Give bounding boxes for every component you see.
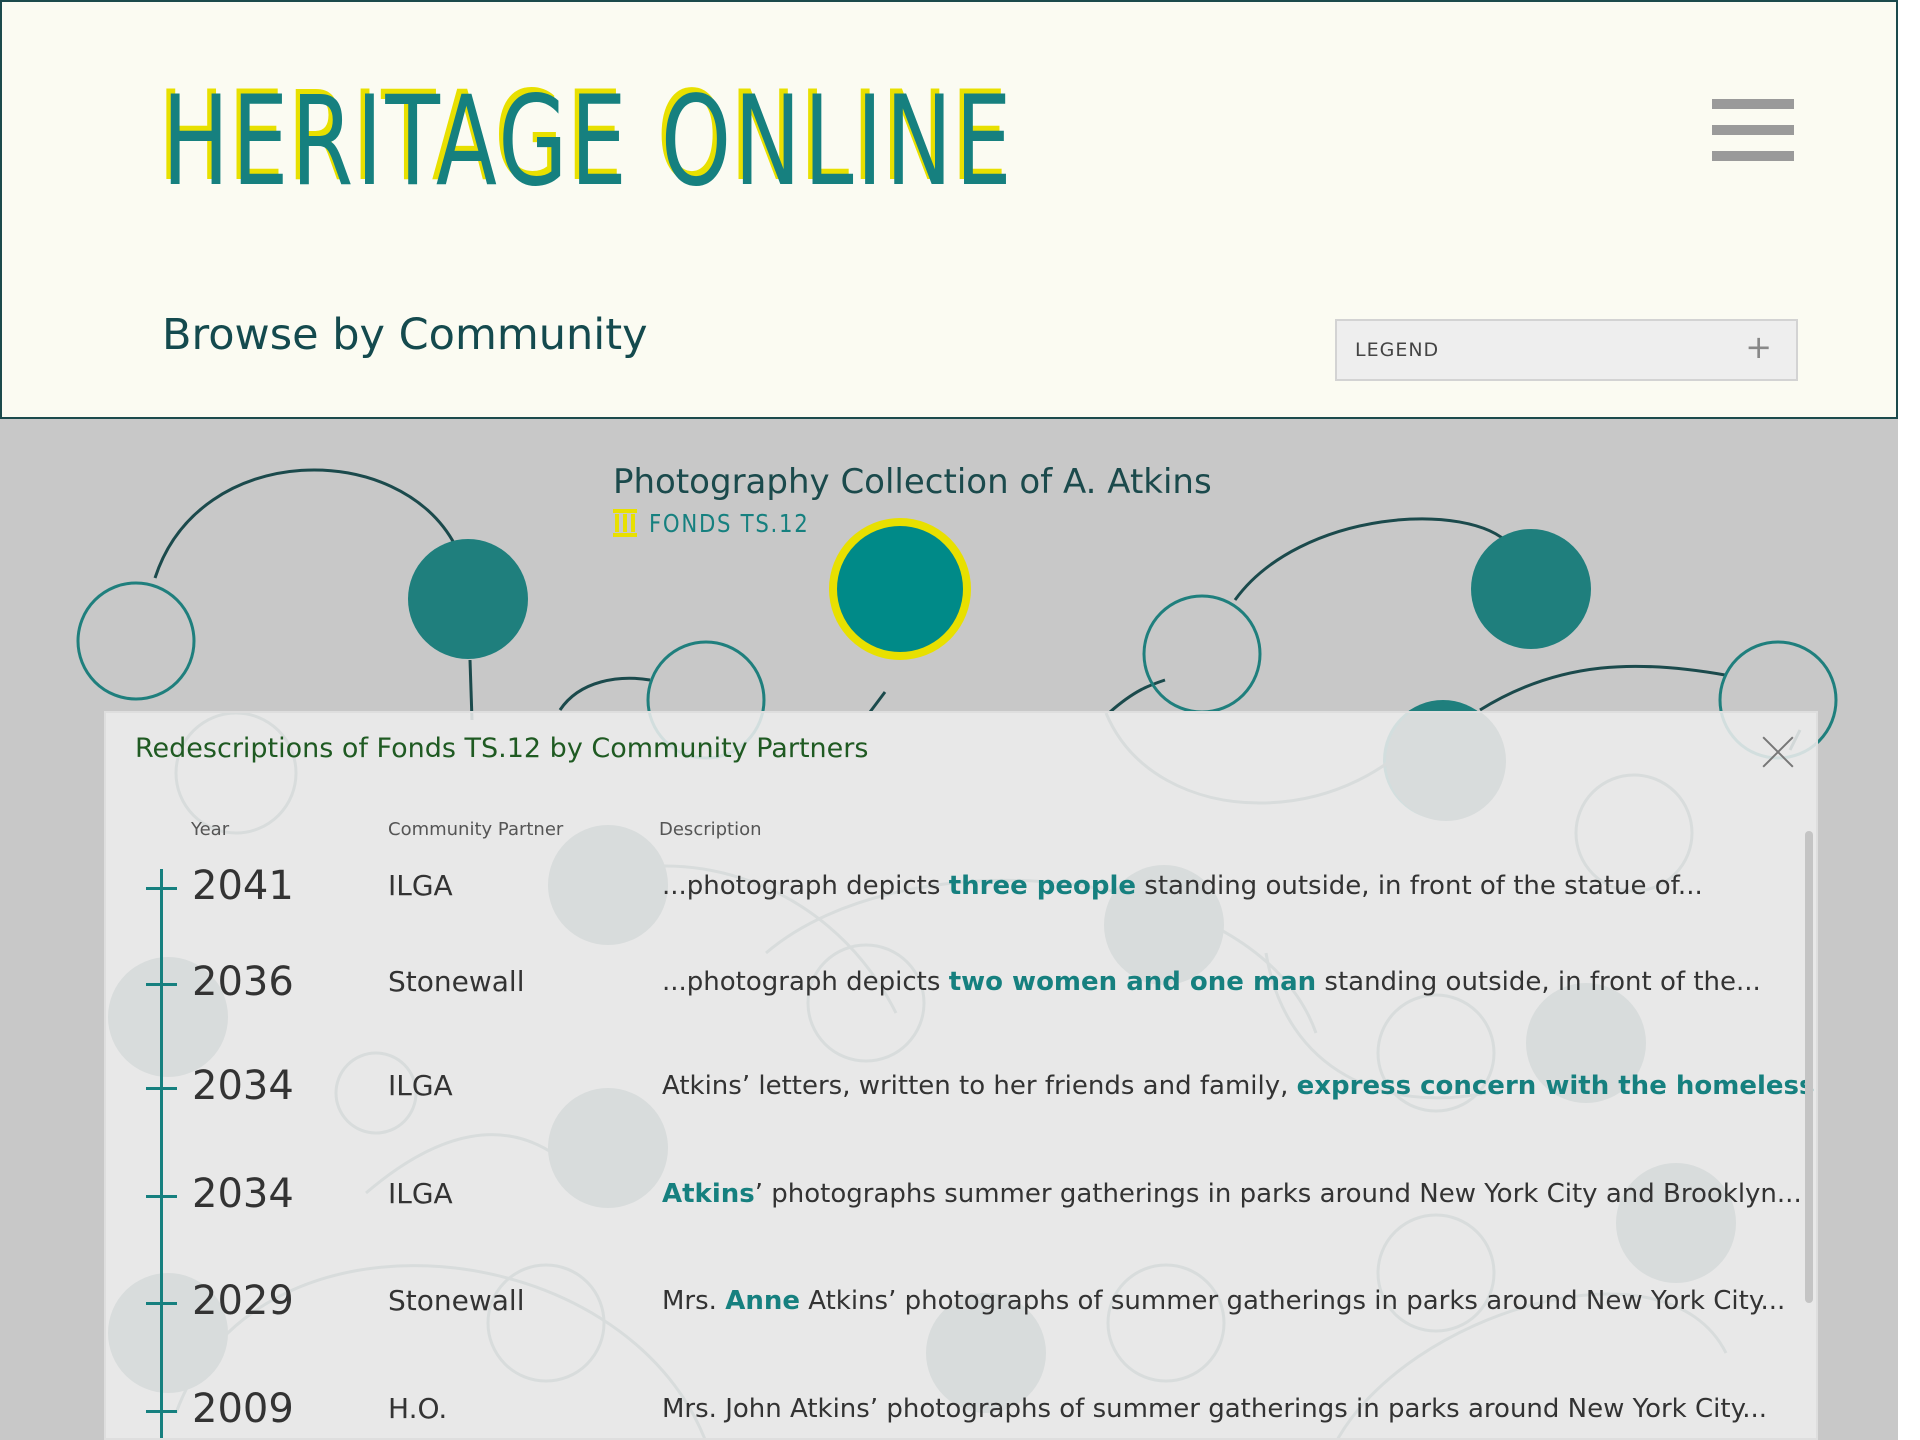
highlight-link[interactable]: Atkins	[662, 1179, 755, 1209]
row-description: Atkins’ photographs summer gatherings in…	[662, 1179, 1802, 1209]
timeline-tick	[146, 983, 177, 986]
column-header-year[interactable]: Year	[191, 819, 229, 840]
row-description: ...photograph depicts two women and one …	[662, 967, 1761, 997]
graph-link	[1233, 517, 1512, 601]
graph-node	[76, 581, 196, 701]
fonds-label: FONDS TS.12	[649, 508, 810, 538]
timeline-axis	[160, 869, 163, 1438]
legend-toggle[interactable]: LEGEND +	[1335, 319, 1798, 381]
row-year: 2034	[192, 1063, 294, 1109]
plus-icon: +	[1745, 328, 1772, 366]
hamburger-menu-icon[interactable]	[1712, 99, 1794, 161]
table-row[interactable]: 2034 ILGA Atkins’ letters, written to he…	[106, 1063, 1816, 1123]
timeline-tick	[146, 1195, 177, 1198]
panel-title: Redescriptions of Fonds TS.12 by Communi…	[135, 733, 869, 764]
site-header: HERITAGE ONLINE Browse by Community LEGE…	[0, 0, 1898, 419]
row-partner: ILGA	[388, 1177, 453, 1210]
column-header-description[interactable]: Description	[659, 819, 762, 840]
timeline-tick	[146, 1087, 177, 1090]
graph-link	[868, 691, 887, 713]
legend-label: LEGEND	[1355, 339, 1440, 361]
graph-link	[558, 676, 651, 711]
collection-title[interactable]: Photography Collection of A. Atkins	[613, 462, 1212, 502]
redescriptions-panel: Redescriptions of Fonds TS.12 by Communi…	[104, 711, 1818, 1440]
fonds-label-row: FONDS TS.12	[613, 508, 838, 538]
row-partner: Stonewall	[388, 965, 525, 998]
archive-column-icon	[613, 509, 637, 537]
graph-node	[1142, 594, 1262, 714]
row-year: 2036	[192, 959, 294, 1005]
row-year: 2029	[192, 1278, 294, 1324]
table-row[interactable]: 2029 Stonewall Mrs. Anne Atkins’ photogr…	[106, 1278, 1806, 1338]
row-partner: ILGA	[388, 869, 453, 902]
row-description: Mrs. Anne Atkins’ photographs of summer …	[662, 1286, 1786, 1316]
table-row[interactable]: 2034 ILGA Atkins’ photographs summer gat…	[106, 1171, 1806, 1231]
table-row[interactable]: 2009 H.O. Mrs. John Atkins’ photographs …	[106, 1386, 1806, 1438]
row-partner: ILGA	[388, 1069, 453, 1102]
row-description: ...photograph depicts three people stand…	[662, 871, 1703, 901]
highlight-link[interactable]: three people	[949, 871, 1136, 901]
graph-link	[153, 468, 457, 579]
page-title: Browse by Community	[162, 310, 648, 360]
window-edge	[1898, 0, 1920, 1440]
selected-graph-node	[829, 518, 971, 660]
timeline-tick	[146, 887, 177, 890]
graph-link	[1479, 664, 1726, 712]
table-row[interactable]: 2041 ILGA ...photograph depicts three pe…	[106, 863, 1806, 923]
row-description: Mrs. John Atkins’ photographs of summer …	[662, 1394, 1768, 1424]
highlight-link[interactable]: two women and one man	[949, 967, 1316, 997]
row-partner: H.O.	[388, 1392, 448, 1425]
column-header-partner[interactable]: Community Partner	[388, 819, 563, 840]
site-logo[interactable]: HERITAGE ONLINE	[162, 80, 1015, 204]
row-year: 2009	[192, 1386, 294, 1432]
row-year: 2034	[192, 1171, 294, 1217]
timeline-tick	[146, 1302, 177, 1305]
timeline-tick	[146, 1410, 177, 1413]
row-partner: Stonewall	[388, 1284, 525, 1317]
close-icon[interactable]	[1761, 735, 1795, 769]
graph-node-filled	[1471, 529, 1591, 649]
panel-scrollbar[interactable]	[1805, 831, 1813, 1303]
highlight-link[interactable]: express concern with the homelessness	[1297, 1071, 1816, 1101]
graph-node-filled	[408, 539, 528, 659]
table-row[interactable]: 2036 Stonewall ...photograph depicts two…	[106, 959, 1806, 1019]
highlight-link[interactable]: Anne	[725, 1286, 800, 1316]
graph-link	[1109, 678, 1166, 714]
row-year: 2041	[192, 863, 294, 909]
row-description: Atkins’ letters, written to her friends …	[662, 1071, 1816, 1101]
